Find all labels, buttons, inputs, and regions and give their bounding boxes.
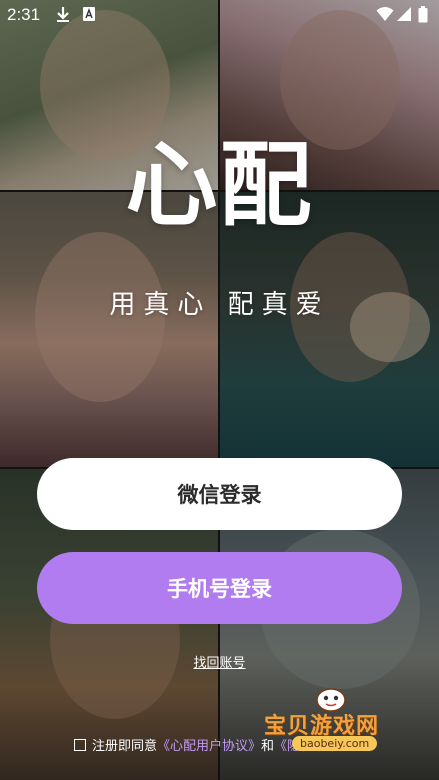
status-bar: 2:31 xyxy=(0,0,439,30)
user-agreement-link[interactable]: 《心配用户协议》 xyxy=(157,735,261,754)
phone-login-button[interactable]: 手机号登录 xyxy=(37,552,402,624)
battery-icon xyxy=(418,6,428,28)
a-icon xyxy=(82,6,96,27)
status-time: 2:31 xyxy=(7,5,41,24)
wechat-login-button[interactable]: 微信登录 xyxy=(37,458,402,530)
app-logo: 心配 xyxy=(125,132,314,239)
recover-account-link[interactable]: 找回账号 xyxy=(193,656,245,671)
wifi-icon xyxy=(376,6,394,27)
site-watermark: 宝贝游戏网 baobeiy.com xyxy=(258,686,408,756)
agreement-prefix: 注册即同意 xyxy=(92,739,158,754)
recover-account-container: 找回账号 xyxy=(0,652,439,671)
agreement-checkbox[interactable] xyxy=(74,738,86,751)
app-slogan: 用真心 配真爱 xyxy=(109,290,330,320)
watermark-domain: baobeiy.com xyxy=(292,736,378,751)
login-screen: 2:31 心配 用真心 配真爱 微信登录 手机号登录 找回账号 注册即同意 《心… xyxy=(0,0,439,780)
download-icon xyxy=(56,6,70,28)
signal-icon xyxy=(396,6,412,27)
